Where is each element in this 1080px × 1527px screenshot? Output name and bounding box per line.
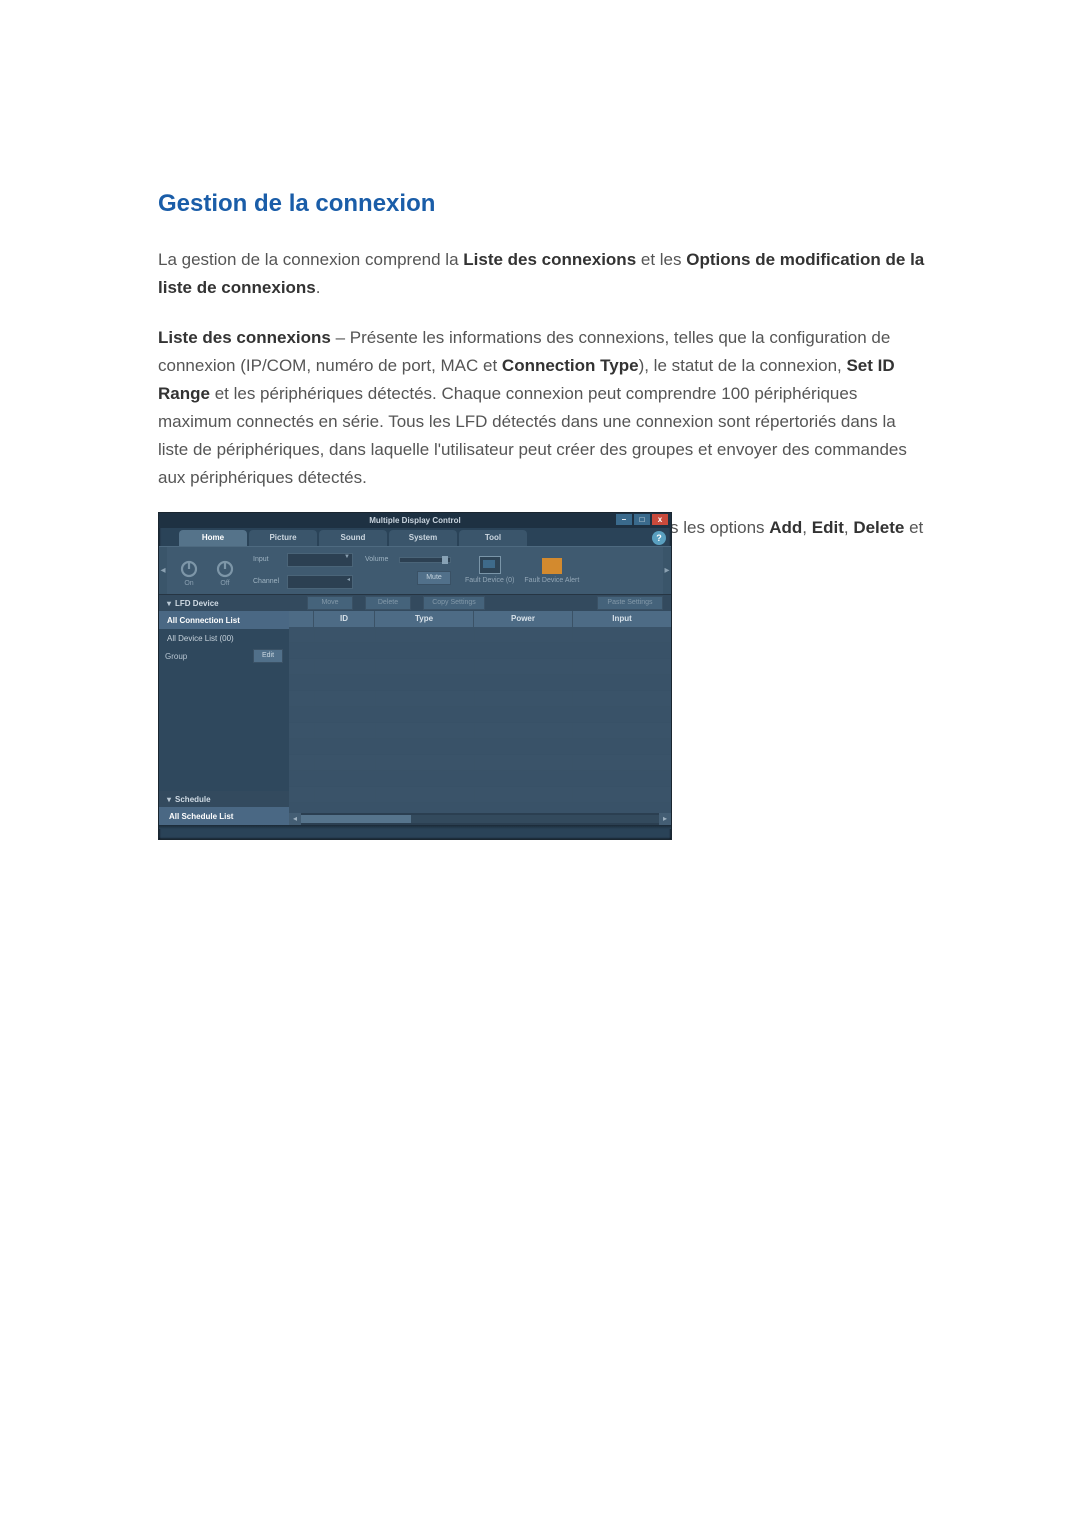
mute-button[interactable]: Mute <box>417 571 451 585</box>
grid-header-checkbox[interactable] <box>289 611 313 627</box>
tab-home[interactable]: Home <box>179 530 247 546</box>
sidebar-item-all-device[interactable]: All Device List (00) <box>159 629 289 647</box>
power-icon <box>214 557 236 579</box>
section-heading: Gestion de la connexion <box>158 190 928 218</box>
grid-row[interactable] <box>289 707 671 723</box>
input-dropdown[interactable] <box>287 553 353 567</box>
power-off-label: Off <box>211 580 239 587</box>
sidebar-item-all-schedule[interactable]: All Schedule List <box>159 807 289 825</box>
fault-device-label: Fault Device (0) <box>465 576 514 585</box>
tab-sound[interactable]: Sound <box>319 530 387 546</box>
grid-header-type[interactable]: Type <box>374 611 473 627</box>
bold: Add <box>769 518 802 537</box>
window-minimize-button[interactable]: – <box>616 514 632 525</box>
move-button[interactable]: Move <box>307 596 353 610</box>
grid-header-power[interactable]: Power <box>473 611 572 627</box>
grid-row[interactable] <box>289 787 671 803</box>
scroll-left-icon[interactable]: ◂ <box>289 813 301 825</box>
bold: Edit <box>812 518 844 537</box>
fault-alert-label: Fault Device Alert <box>524 576 579 585</box>
fault-device-icon[interactable] <box>479 556 501 574</box>
window-close-button[interactable]: x <box>652 514 668 525</box>
ribbon-next-icon[interactable]: ▸ <box>663 547 671 594</box>
power-on-button[interactable] <box>175 554 203 582</box>
main-tabs: Home Picture Sound System Tool <box>179 528 671 546</box>
tab-system[interactable]: System <box>389 530 457 546</box>
power-icon <box>178 557 200 579</box>
text: ), le statut de la connexion, <box>639 356 847 375</box>
text: et <box>904 518 923 537</box>
grid-row[interactable] <box>289 771 671 787</box>
text: et les <box>636 250 686 269</box>
paste-settings-button[interactable]: Paste Settings <box>597 596 663 610</box>
horizontal-scrollbar[interactable]: ◂ ▸ <box>289 813 671 825</box>
scroll-right-icon[interactable]: ▸ <box>659 813 671 825</box>
bold: Liste des connexions <box>158 328 331 347</box>
ribbon-prev-icon[interactable]: ◂ <box>159 547 167 594</box>
ribbon: ◂ On Off Input <box>159 546 671 595</box>
text: , <box>802 518 811 537</box>
paragraph-intro: La gestion de la connexion comprend la L… <box>158 246 928 302</box>
grid-row[interactable] <box>289 803 671 813</box>
bold: Liste des connexions <box>463 250 636 269</box>
text: , <box>844 518 853 537</box>
tab-picture[interactable]: Picture <box>249 530 317 546</box>
text: . <box>316 278 321 297</box>
titlebar: Multiple Display Control – □ x <box>159 513 671 528</box>
text: et les périphériques détectés. Chaque co… <box>158 384 907 487</box>
power-off-button[interactable] <box>211 554 239 582</box>
sidebar: All Connection List All Device List (00)… <box>159 611 289 825</box>
grid-row[interactable] <box>289 627 671 643</box>
volume-slider[interactable] <box>399 557 451 563</box>
power-on-label: On <box>175 580 203 587</box>
sidebar-header-lfd[interactable]: LFD Device <box>159 595 297 611</box>
grid-row[interactable] <box>289 755 671 771</box>
tab-tool[interactable]: Tool <box>459 530 527 546</box>
grid-row[interactable] <box>289 723 671 739</box>
sidebar-item-all-connection[interactable]: All Connection List <box>159 611 289 629</box>
group-edit-button[interactable]: Edit <box>253 649 283 663</box>
app-window: Multiple Display Control – □ x ? Home Pi… <box>158 512 672 840</box>
bold: Delete <box>853 518 904 537</box>
delete-button[interactable]: Delete <box>365 596 411 610</box>
grid-body <box>289 627 671 813</box>
window-maximize-button[interactable]: □ <box>634 514 650 525</box>
window-title: Multiple Display Control <box>369 516 461 525</box>
sidebar-header-schedule[interactable]: Schedule <box>159 791 289 807</box>
toolbar: LFD Device Move Delete Copy Settings Pas… <box>159 595 671 611</box>
text: La gestion de la connexion comprend la <box>158 250 463 269</box>
paragraph-list: Liste des connexions – Présente les info… <box>158 324 928 492</box>
input-label: Input <box>253 556 287 563</box>
group-label: Group <box>165 652 187 661</box>
grid-row[interactable] <box>289 643 671 659</box>
channel-label: Channel <box>253 578 287 585</box>
grid-row[interactable] <box>289 659 671 675</box>
grid-header-input[interactable]: Input <box>572 611 671 627</box>
sidebar-group-row: Group Edit <box>159 647 289 665</box>
bold: Connection Type <box>502 356 639 375</box>
grid-header-id[interactable]: ID <box>313 611 374 627</box>
device-grid: ID Type Power Input <box>289 611 671 825</box>
grid-row[interactable] <box>289 739 671 755</box>
grid-row[interactable] <box>289 675 671 691</box>
volume-label: Volume <box>365 556 399 563</box>
copy-settings-button[interactable]: Copy Settings <box>423 596 485 610</box>
channel-stepper[interactable] <box>287 575 353 589</box>
help-button[interactable]: ? <box>652 531 666 545</box>
grid-row[interactable] <box>289 691 671 707</box>
fault-alert-icon[interactable] <box>542 558 562 574</box>
